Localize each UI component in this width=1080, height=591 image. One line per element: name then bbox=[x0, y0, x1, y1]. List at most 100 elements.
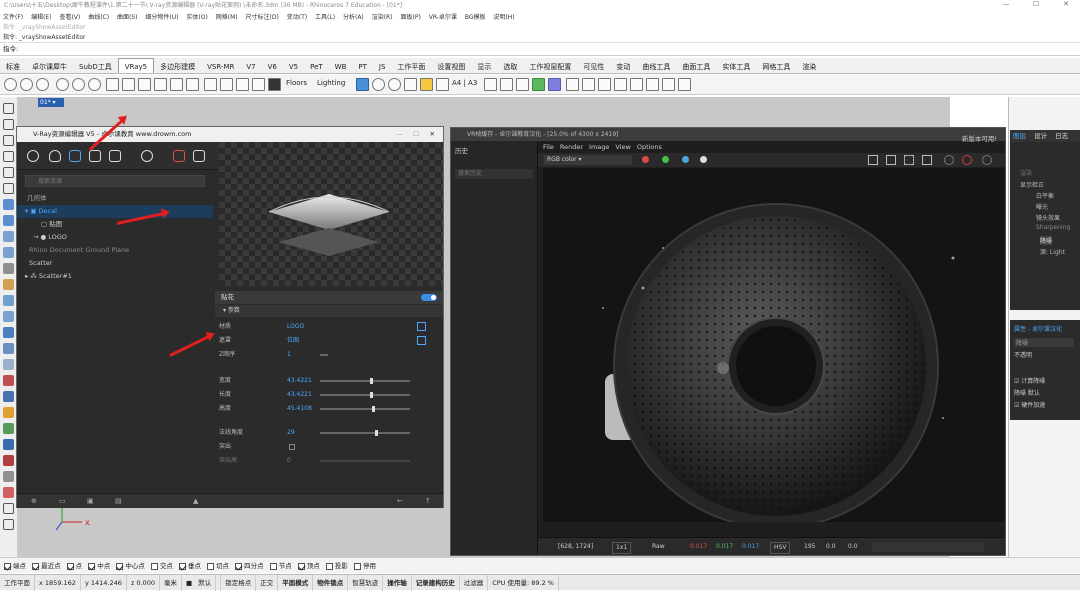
tab-subd[interactable]: SubD工具 bbox=[73, 59, 118, 73]
tab-viewport-layout[interactable]: 工作视窗配置 bbox=[523, 59, 577, 73]
mesh-light-icon[interactable] bbox=[252, 78, 265, 91]
delete-icon[interactable]: ▤ bbox=[115, 497, 122, 505]
save-image-icon[interactable] bbox=[868, 155, 878, 165]
menu-file[interactable]: 文件(F) bbox=[3, 14, 23, 21]
vfb-menu-view[interactable]: View bbox=[615, 143, 630, 151]
asset-editor-minimize[interactable]: — bbox=[397, 127, 404, 142]
mask-map-icon[interactable] bbox=[417, 336, 426, 345]
floors-label[interactable]: Floors bbox=[286, 79, 307, 87]
material-icon[interactable] bbox=[88, 78, 101, 91]
fillet-icon[interactable] bbox=[3, 295, 14, 306]
stop-icon[interactable] bbox=[36, 78, 49, 91]
param-height[interactable]: 高度 45.4108 bbox=[215, 403, 443, 415]
clipper-icon[interactable] bbox=[236, 78, 249, 91]
back-arrow-icon[interactable]: ← bbox=[397, 497, 403, 505]
snap-icon[interactable] bbox=[662, 78, 675, 91]
sun-icon[interactable] bbox=[420, 78, 433, 91]
array-tool-icon[interactable] bbox=[3, 375, 14, 386]
m-plugin-icon[interactable] bbox=[532, 78, 545, 91]
tab-display[interactable]: 显示 bbox=[471, 59, 497, 73]
layer-tool-icon[interactable] bbox=[3, 391, 14, 402]
asset-search-input[interactable]: 搜索资源 bbox=[25, 175, 205, 187]
point-icon[interactable] bbox=[3, 119, 14, 130]
sphere-icon[interactable] bbox=[3, 247, 14, 258]
command-prompt[interactable]: 指令: bbox=[0, 43, 1080, 56]
lights-icon[interactable] bbox=[49, 150, 61, 162]
layer-item[interactable]: 显示检正 bbox=[1020, 180, 1044, 189]
add-asset-icon[interactable]: ⊕ bbox=[31, 497, 37, 505]
tab-wb[interactable]: WB bbox=[329, 59, 353, 73]
osnap-checkbox[interactable] bbox=[4, 562, 11, 570]
sample-size-select[interactable]: 1x1 bbox=[612, 542, 632, 554]
menu-help[interactable]: 说明(H) bbox=[493, 14, 514, 21]
denoise-mode-select[interactable]: 降噪 默认 bbox=[1014, 388, 1040, 397]
tab-design[interactable]: 设计 bbox=[1034, 132, 1047, 140]
move-icon[interactable] bbox=[3, 327, 14, 338]
menu-bg[interactable]: BG模板 bbox=[465, 14, 486, 21]
tab-cplane[interactable]: 工作平面 bbox=[391, 59, 431, 73]
circle-icon[interactable] bbox=[3, 167, 14, 178]
param-z-order[interactable]: Z顺序 1 bbox=[215, 349, 443, 361]
tab-standard[interactable]: 标准 bbox=[0, 59, 26, 73]
image-icon[interactable] bbox=[484, 78, 497, 91]
history-search-input[interactable]: 搜索历史 bbox=[455, 169, 533, 179]
menu-curve[interactable]: 曲线(C) bbox=[88, 14, 109, 21]
shell-icon[interactable] bbox=[3, 311, 14, 322]
vray-object-icon[interactable] bbox=[356, 78, 369, 91]
vfb-menu-render[interactable]: Render bbox=[560, 143, 583, 151]
arc-icon[interactable] bbox=[3, 183, 14, 194]
analyze-icon[interactable] bbox=[3, 423, 14, 434]
params-rollout[interactable]: ▾ 参数 bbox=[215, 305, 443, 317]
param-slider-knob[interactable] bbox=[372, 406, 375, 412]
green-channel-icon[interactable] bbox=[662, 156, 669, 163]
render-elements-icon[interactable] bbox=[109, 150, 121, 162]
osnap-center[interactable]: 中心点 bbox=[116, 558, 145, 574]
osnap-near[interactable]: 最近点 bbox=[32, 558, 61, 574]
surface-icon[interactable] bbox=[3, 199, 14, 210]
stop-render-icon[interactable] bbox=[982, 155, 992, 165]
ies-light-icon[interactable] bbox=[138, 78, 151, 91]
proxy-icon[interactable] bbox=[204, 78, 217, 91]
osnap-int[interactable]: 交点 bbox=[150, 558, 173, 574]
tab-visibility[interactable]: 可见性 bbox=[577, 59, 610, 73]
param-project-height[interactable]: 突出高 0 bbox=[215, 455, 443, 467]
tab-polygon[interactable]: 多边形建模 bbox=[154, 59, 201, 73]
layer-item[interactable]: 曝光 bbox=[1036, 202, 1048, 211]
sphere-light-icon[interactable] bbox=[170, 78, 183, 91]
material-map-icon[interactable] bbox=[417, 322, 426, 331]
history-tab[interactable]: 历史 bbox=[455, 145, 468, 155]
tab-solid-tools[interactable]: 实体工具 bbox=[716, 59, 756, 73]
status-grid-snap[interactable]: 锁定格点 bbox=[221, 575, 257, 591]
status-smarttrack[interactable]: 智慧轨迹 bbox=[348, 575, 384, 591]
status-cplane[interactable]: 工作平面 bbox=[0, 575, 35, 591]
clip-tool-icon[interactable] bbox=[3, 487, 14, 498]
box-icon[interactable] bbox=[582, 78, 595, 91]
param-slider[interactable] bbox=[320, 432, 410, 434]
tab-v6[interactable]: V6 bbox=[262, 59, 283, 73]
copy-image-icon[interactable] bbox=[886, 155, 896, 165]
globe-icon[interactable] bbox=[388, 78, 401, 91]
osnap-checkbox[interactable] bbox=[235, 562, 243, 570]
dome-light-icon[interactable] bbox=[154, 78, 167, 91]
minimize-button[interactable]: — bbox=[992, 0, 1020, 12]
osnap-perp[interactable]: 垂点 bbox=[178, 558, 201, 574]
menu-tools[interactable]: 工具(L) bbox=[315, 14, 335, 21]
param-value[interactable]: 位图 bbox=[287, 335, 299, 347]
param-value[interactable]: 45.4108 bbox=[287, 403, 312, 415]
tree-item-scatter[interactable]: Scatter bbox=[17, 257, 213, 270]
menu-analyze[interactable]: 分析(A) bbox=[343, 14, 364, 21]
render-tool-icon[interactable] bbox=[3, 439, 14, 450]
tab-layers[interactable]: 图层 bbox=[1013, 132, 1026, 140]
tab-v5[interactable]: V5 bbox=[283, 59, 304, 73]
param-slider[interactable] bbox=[320, 354, 328, 356]
param-value[interactable]: 0 bbox=[287, 455, 291, 467]
tab-curve-tools[interactable]: 曲线工具 bbox=[636, 59, 676, 73]
param-slider[interactable] bbox=[320, 394, 410, 396]
vfb-menu-image[interactable]: Image bbox=[589, 143, 609, 151]
frame-icon[interactable] bbox=[500, 78, 513, 91]
region-render-icon[interactable] bbox=[904, 155, 914, 165]
menu-surface[interactable]: 曲面(S) bbox=[117, 14, 138, 21]
frame-buffer-icon[interactable] bbox=[193, 150, 205, 162]
render-icon[interactable] bbox=[4, 78, 17, 91]
param-material[interactable]: 材质 LOGO bbox=[215, 321, 443, 333]
